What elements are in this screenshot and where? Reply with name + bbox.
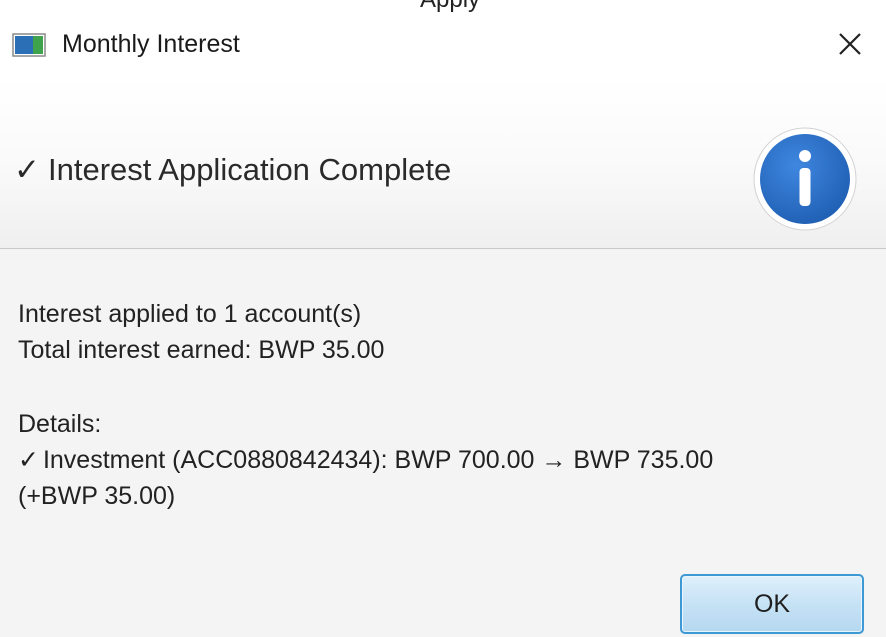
message-accounts-line: Interest applied to 1 account(s) bbox=[18, 300, 362, 328]
message-detail-continuation: (+BWP 35.00) bbox=[18, 482, 176, 510]
title-bar: Monthly Interest bbox=[0, 12, 886, 78]
monthly-interest-dialog: Apply Monthly Interest ✓ Interest Applic… bbox=[0, 0, 886, 637]
ok-button[interactable]: OK bbox=[680, 574, 864, 634]
dialog-header: ✓ Interest Application Complete bbox=[0, 78, 886, 249]
info-icon bbox=[753, 127, 857, 231]
underlying-partial-text: Apply bbox=[420, 0, 480, 12]
detail-check-icon: ✓ bbox=[18, 446, 39, 474]
header-title-row: ✓ Interest Application Complete bbox=[14, 150, 451, 190]
close-icon bbox=[839, 33, 861, 55]
close-button[interactable] bbox=[820, 16, 880, 72]
header-title: Interest Application Complete bbox=[47, 152, 452, 187]
dialog-message: Interest applied to 1 account(s) Total i… bbox=[18, 296, 868, 514]
window-app-icon bbox=[12, 33, 46, 57]
message-total-line: Total interest earned: BWP 35.00 bbox=[18, 336, 385, 364]
message-details-label: Details: bbox=[18, 410, 102, 438]
message-detail-text: Investment (ACC0880842434): BWP 700.00 →… bbox=[42, 446, 714, 474]
window-title: Monthly Interest bbox=[62, 30, 240, 58]
underlying-window-strip: Apply bbox=[0, 0, 886, 12]
check-icon: ✓ bbox=[14, 152, 40, 187]
message-detail-row: ✓ Investment (ACC0880842434): BWP 700.00 … bbox=[18, 442, 868, 478]
